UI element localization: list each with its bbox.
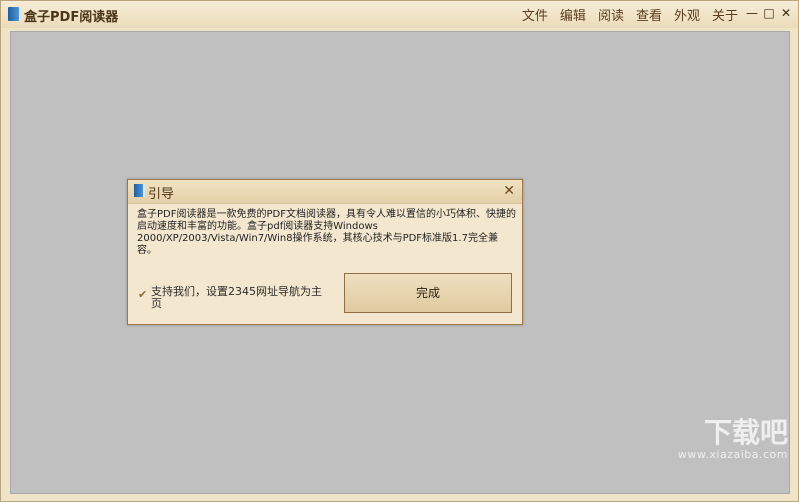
guide-dialog: 引导 ✕ 盒子PDF阅读器是一款免费的PDF文档阅读器，具有令人难以置信的小巧体… bbox=[127, 179, 523, 325]
menu-bar: 文件 编辑 阅读 查看 外观 关于 bbox=[522, 5, 738, 24]
menu-view[interactable]: 查看 bbox=[636, 5, 662, 24]
app-window: 盒子PDF阅读器 文件 编辑 阅读 查看 外观 关于 — □ ✕ 引导 ✕ 盒子… bbox=[0, 0, 799, 502]
menu-edit[interactable]: 编辑 bbox=[560, 5, 586, 24]
app-title: 盒子PDF阅读器 bbox=[24, 10, 119, 25]
support-option[interactable]: ✔ 支持我们，设置2345网址导航为主页 bbox=[138, 286, 331, 310]
watermark: 下载吧 www.xiazaiba.com bbox=[668, 417, 788, 487]
menu-file[interactable]: 文件 bbox=[522, 5, 548, 24]
check-icon: ✔ bbox=[138, 288, 148, 301]
menu-read[interactable]: 阅读 bbox=[598, 5, 624, 24]
watermark-sub: www.xiazaiba.com bbox=[677, 448, 788, 461]
dialog-header: 引导 ✕ bbox=[128, 180, 522, 204]
dialog-close-button[interactable]: ✕ bbox=[503, 182, 515, 200]
maximize-button[interactable]: □ bbox=[763, 4, 775, 22]
dialog-title: 引导 bbox=[148, 187, 175, 202]
book-icon bbox=[8, 7, 19, 21]
close-button[interactable]: ✕ bbox=[780, 4, 792, 22]
watermark-main: 下载吧 bbox=[703, 416, 788, 449]
title-bar: 盒子PDF阅读器 文件 编辑 阅读 查看 外观 关于 — □ ✕ bbox=[1, 1, 798, 28]
minimize-button[interactable]: — bbox=[746, 4, 758, 22]
dialog-description: 盒子PDF阅读器是一款免费的PDF文档阅读器，具有令人难以置信的小巧体积、快捷的… bbox=[137, 209, 516, 256]
done-button[interactable]: 完成 bbox=[344, 273, 512, 313]
menu-about[interactable]: 关于 bbox=[712, 5, 738, 24]
menu-appearance[interactable]: 外观 bbox=[674, 5, 700, 24]
window-controls: — □ ✕ bbox=[746, 4, 792, 22]
support-label: 支持我们，设置2345网址导航为主页 bbox=[151, 285, 322, 310]
book-icon bbox=[134, 184, 143, 197]
